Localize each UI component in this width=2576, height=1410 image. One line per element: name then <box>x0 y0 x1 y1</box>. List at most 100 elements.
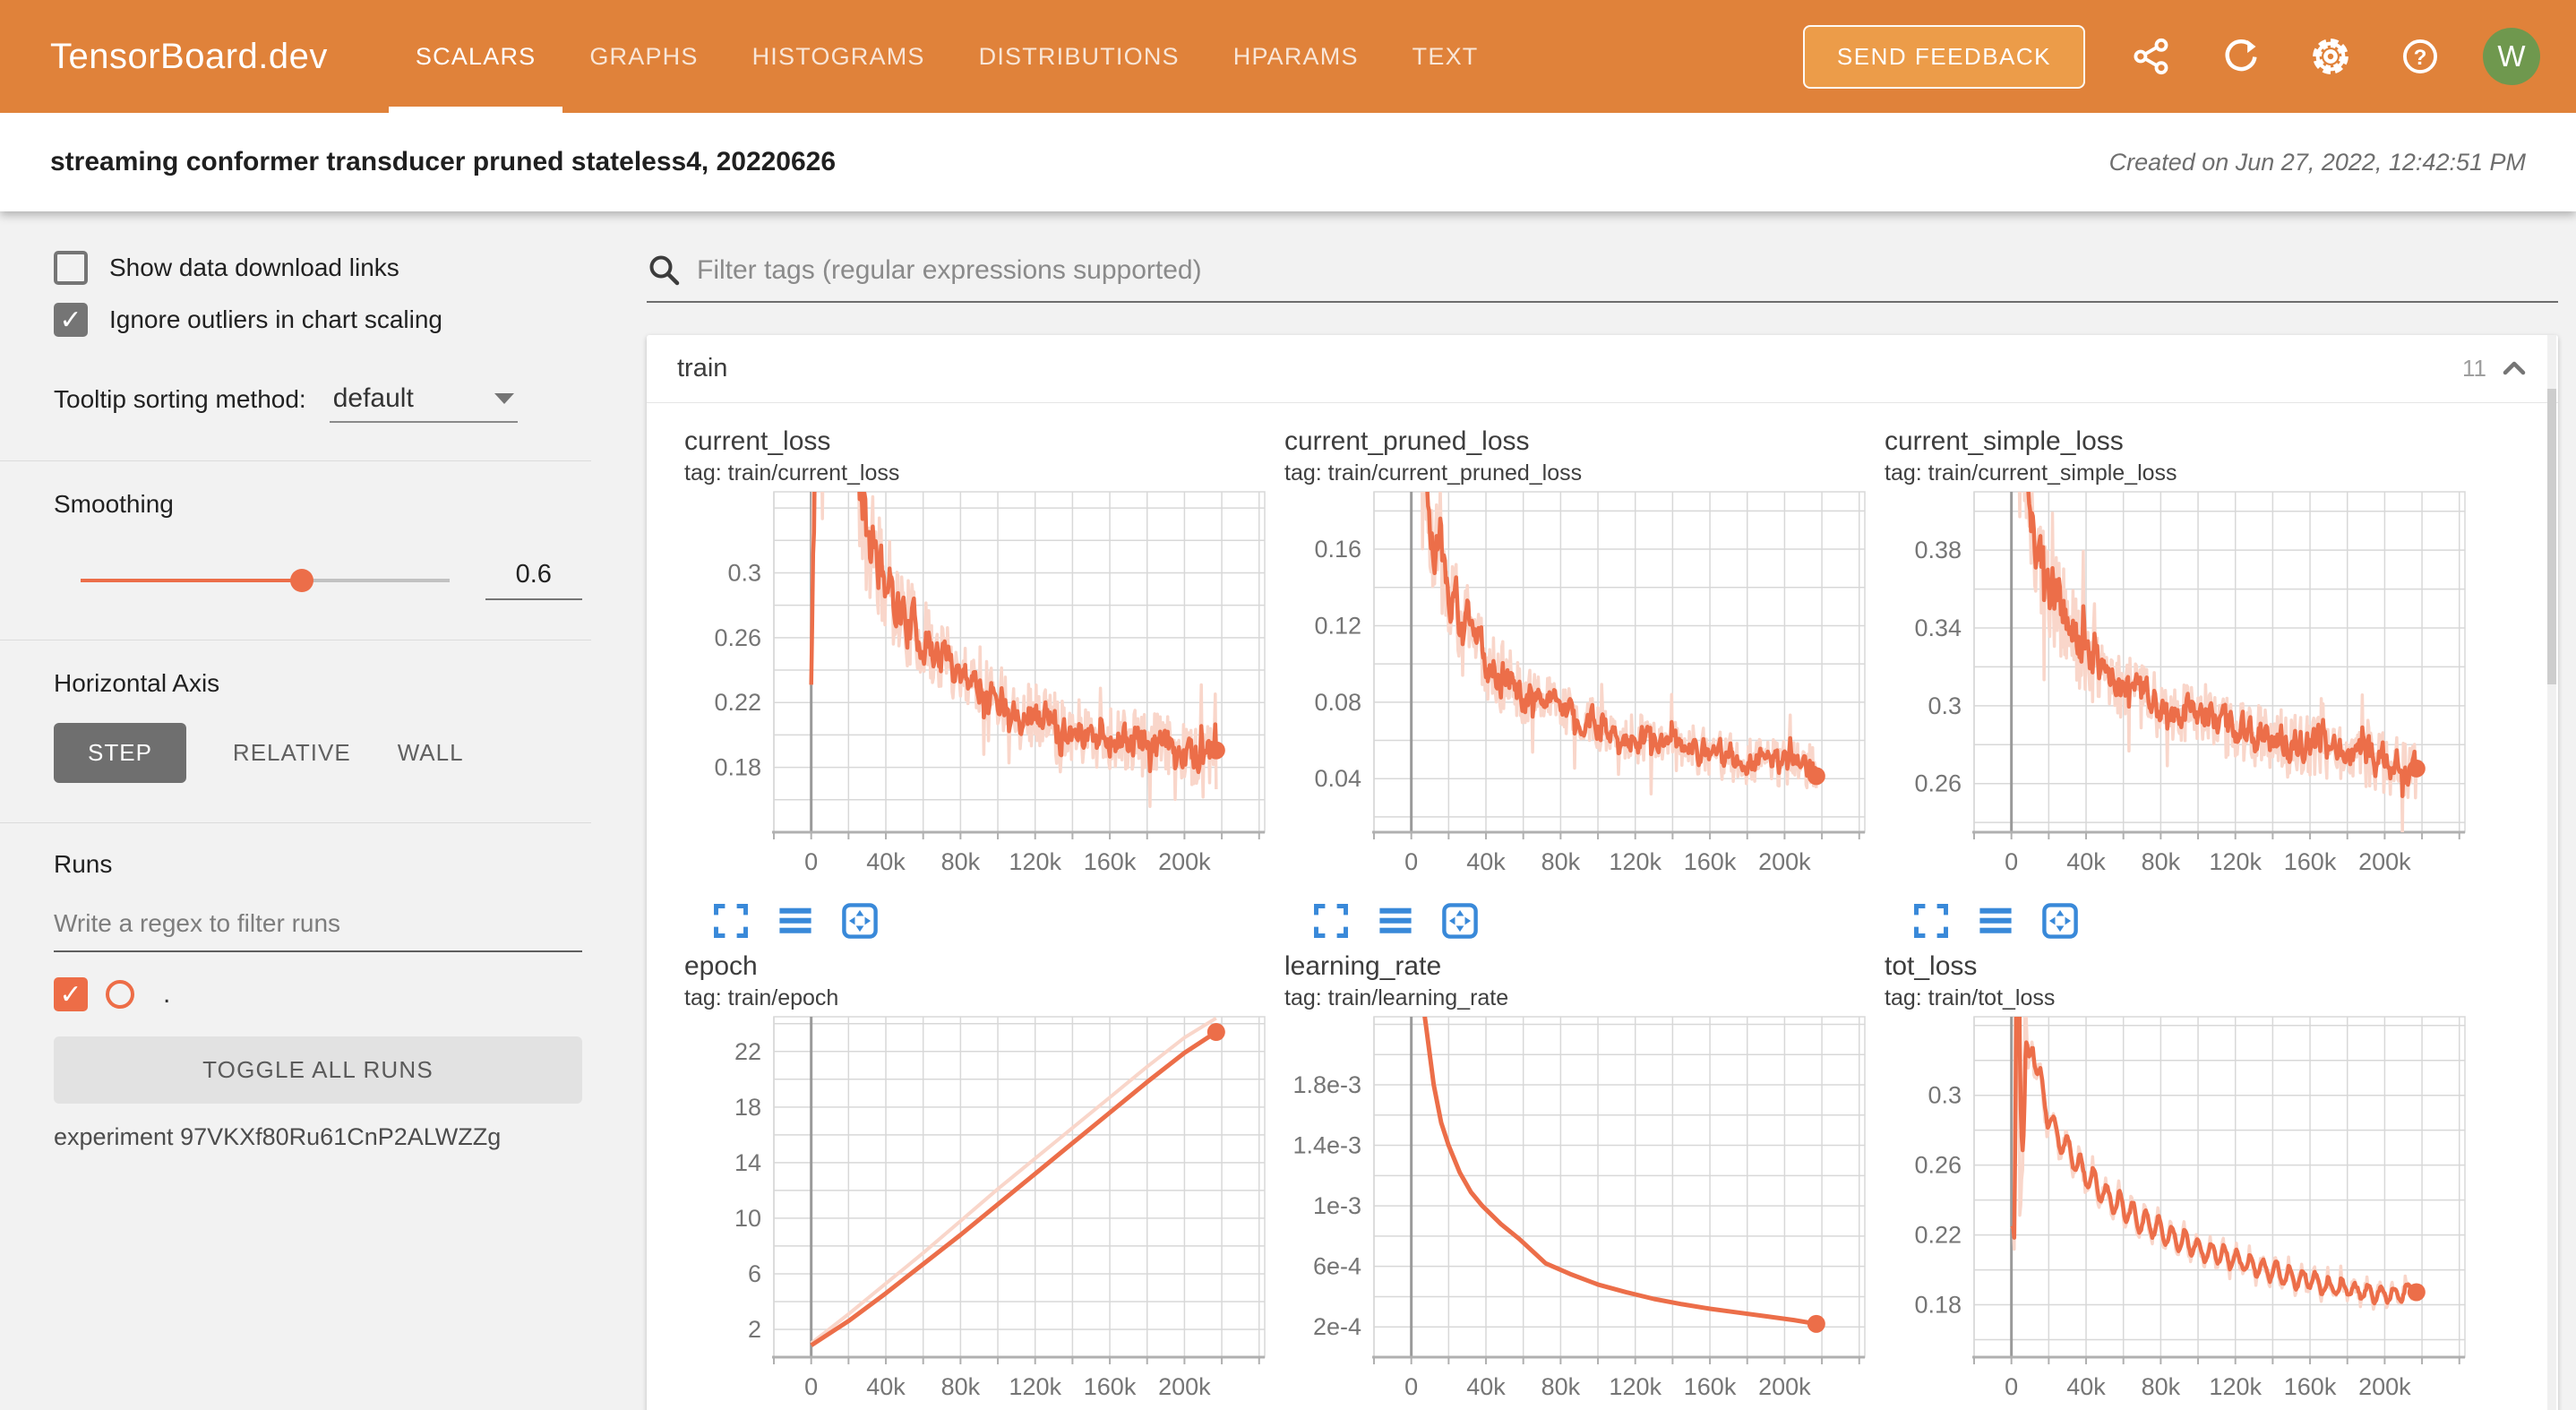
svg-text:0.34: 0.34 <box>1914 615 1962 641</box>
fit-to-data-icon[interactable] <box>2040 901 2080 941</box>
svg-text:200k: 200k <box>2358 1373 2411 1400</box>
svg-text:160k: 160k <box>1084 1373 1137 1400</box>
refresh-icon[interactable] <box>2218 33 2264 80</box>
checkbox-label: Show data download links <box>109 254 399 282</box>
svg-text:80k: 80k <box>941 1373 981 1400</box>
data-table-icon[interactable] <box>1376 901 1415 941</box>
fit-to-data-icon[interactable] <box>840 901 880 941</box>
experiment-title: streaming conformer transducer pruned st… <box>50 147 836 177</box>
svg-text:2: 2 <box>748 1316 761 1343</box>
chart-plot-current_loss: 0.180.220.260.3040k80k120k160k200k <box>684 486 1272 891</box>
chart-title: current_loss <box>684 426 1284 457</box>
svg-text:1.8e-3: 1.8e-3 <box>1292 1071 1361 1098</box>
show-download-links-checkbox[interactable]: Show data download links <box>54 251 582 285</box>
chart-title: current_simple_loss <box>1885 426 2485 457</box>
svg-text:40k: 40k <box>2066 1373 2106 1400</box>
svg-text:80k: 80k <box>1541 848 1581 875</box>
chart-tag: tag: train/current_loss <box>684 460 1284 486</box>
svg-text:40k: 40k <box>2066 848 2106 875</box>
run-name: . <box>163 979 170 1010</box>
settings-sidebar: Show data download links ✓ Ignore outlie… <box>0 211 591 1410</box>
axis-relative-button[interactable]: RELATIVE <box>233 739 351 767</box>
axis-wall-button[interactable]: WALL <box>398 739 464 767</box>
user-avatar[interactable]: W <box>2483 28 2540 85</box>
svg-text:10: 10 <box>734 1205 761 1232</box>
svg-text:80k: 80k <box>2142 848 2181 875</box>
svg-text:2e-4: 2e-4 <box>1313 1313 1361 1340</box>
tab-graphs[interactable]: GRAPHS <box>562 0 725 113</box>
tag-group-name: train <box>677 354 727 383</box>
chart-toolbar <box>1311 901 1885 941</box>
svg-text:6: 6 <box>748 1260 761 1287</box>
data-table-icon[interactable] <box>776 901 815 941</box>
tab-distributions[interactable]: DISTRIBUTIONS <box>952 0 1206 113</box>
tab-text[interactable]: TEXT <box>1386 0 1506 113</box>
card-scrollbar[interactable] <box>2547 335 2556 1410</box>
filter-tags-input[interactable] <box>697 255 2558 286</box>
tag-group-header[interactable]: train 11 <box>647 335 2558 403</box>
slider-thumb[interactable] <box>290 569 313 592</box>
chart-tag: tag: train/current_simple_loss <box>1885 460 2485 486</box>
chevron-down-icon <box>494 393 514 404</box>
svg-text:1e-3: 1e-3 <box>1313 1192 1361 1219</box>
svg-text:0.3: 0.3 <box>1928 692 1962 719</box>
data-table-icon[interactable] <box>1976 901 2015 941</box>
svg-text:0: 0 <box>1404 848 1418 875</box>
expand-fullscreen-icon[interactable] <box>711 901 751 941</box>
main-content: train 11 current_losstag: train/current_… <box>591 211 2576 1410</box>
chart-plot-epoch: 2610141822040k80k120k160k200k <box>684 1011 1272 1410</box>
chart-plot-learning_rate: 2e-46e-41e-31.4e-31.8e-3040k80k120k160k2… <box>1284 1011 1872 1410</box>
chart-toolbar <box>711 901 1284 941</box>
svg-text:0.08: 0.08 <box>1314 689 1361 716</box>
svg-text:0: 0 <box>1404 1373 1418 1400</box>
axis-step-button[interactable]: STEP <box>54 723 186 783</box>
chart-epoch: epochtag: train/epoch2610141822040k80k12… <box>684 951 1284 1410</box>
ignore-outliers-checkbox[interactable]: ✓ Ignore outliers in chart scaling <box>54 303 582 337</box>
runs-regex-input[interactable] <box>54 904 582 952</box>
run-checkbox-checked-icon[interactable]: ✓ <box>54 977 88 1011</box>
chart-current_pruned_loss: current_pruned_losstag: train/current_pr… <box>1284 426 1885 941</box>
tab-hparams[interactable]: HPARAMS <box>1206 0 1386 113</box>
tab-histograms[interactable]: HISTOGRAMS <box>726 0 952 113</box>
tooltip-sorting-dropdown[interactable]: default <box>330 383 518 423</box>
chevron-up-icon[interactable] <box>2501 359 2528 379</box>
svg-text:80k: 80k <box>941 848 981 875</box>
header-actions: SEND FEEDBACK <box>1803 25 2540 89</box>
created-timestamp: Created on Jun 27, 2022, 12:42:51 PM <box>2109 149 2526 176</box>
svg-text:160k: 160k <box>1684 1373 1737 1400</box>
experiment-id: experiment 97VKXf80Ru61CnP2ALWZZg <box>54 1123 582 1151</box>
chart-toolbar <box>1911 901 2485 941</box>
expand-fullscreen-icon[interactable] <box>1911 901 1951 941</box>
chart-title: tot_loss <box>1885 951 2485 982</box>
chart-tag: tag: train/current_pruned_loss <box>1284 460 1885 486</box>
svg-text:0.16: 0.16 <box>1314 536 1361 563</box>
smoothing-value[interactable]: 0.6 <box>485 560 582 600</box>
chart-tot_loss: tot_losstag: train/tot_loss0.180.220.260… <box>1885 951 2485 1410</box>
fit-to-data-icon[interactable] <box>1440 901 1480 941</box>
expand-fullscreen-icon[interactable] <box>1311 901 1351 941</box>
svg-text:0: 0 <box>2005 1373 2018 1400</box>
checkbox-checked-icon[interactable]: ✓ <box>54 303 88 337</box>
toggle-all-runs-button[interactable]: TOGGLE ALL RUNS <box>54 1036 582 1104</box>
svg-text:120k: 120k <box>1009 848 1061 875</box>
svg-text:0: 0 <box>804 1373 818 1400</box>
chart-plot-current_pruned_loss: 0.040.080.120.16040k80k120k160k200k <box>1284 486 1872 891</box>
dropdown-value: default <box>333 383 494 414</box>
svg-text:120k: 120k <box>1609 1373 1662 1400</box>
svg-text:120k: 120k <box>1009 1373 1061 1400</box>
checkbox-unchecked-icon[interactable] <box>54 251 88 285</box>
scrollbar-thumb[interactable] <box>2547 389 2556 684</box>
settings-gear-icon[interactable] <box>2307 33 2354 80</box>
smoothing-slider[interactable] <box>81 569 450 592</box>
chart-current_simple_loss: current_simple_loss tag: train/current_si… <box>1885 426 2485 941</box>
send-feedback-button[interactable]: SEND FEEDBACK <box>1803 25 2085 89</box>
tooltip-sorting-label: Tooltip sorting method: <box>54 385 306 423</box>
run-color-circle-icon[interactable] <box>106 980 134 1009</box>
help-icon[interactable]: ? <box>2397 33 2443 80</box>
svg-text:14: 14 <box>734 1149 761 1176</box>
svg-text:1.4e-3: 1.4e-3 <box>1292 1132 1361 1159</box>
share-icon[interactable] <box>2128 33 2175 80</box>
tab-scalars[interactable]: SCALARS <box>389 0 562 113</box>
svg-text:0.38: 0.38 <box>1914 537 1962 563</box>
svg-text:40k: 40k <box>1466 1373 1506 1400</box>
